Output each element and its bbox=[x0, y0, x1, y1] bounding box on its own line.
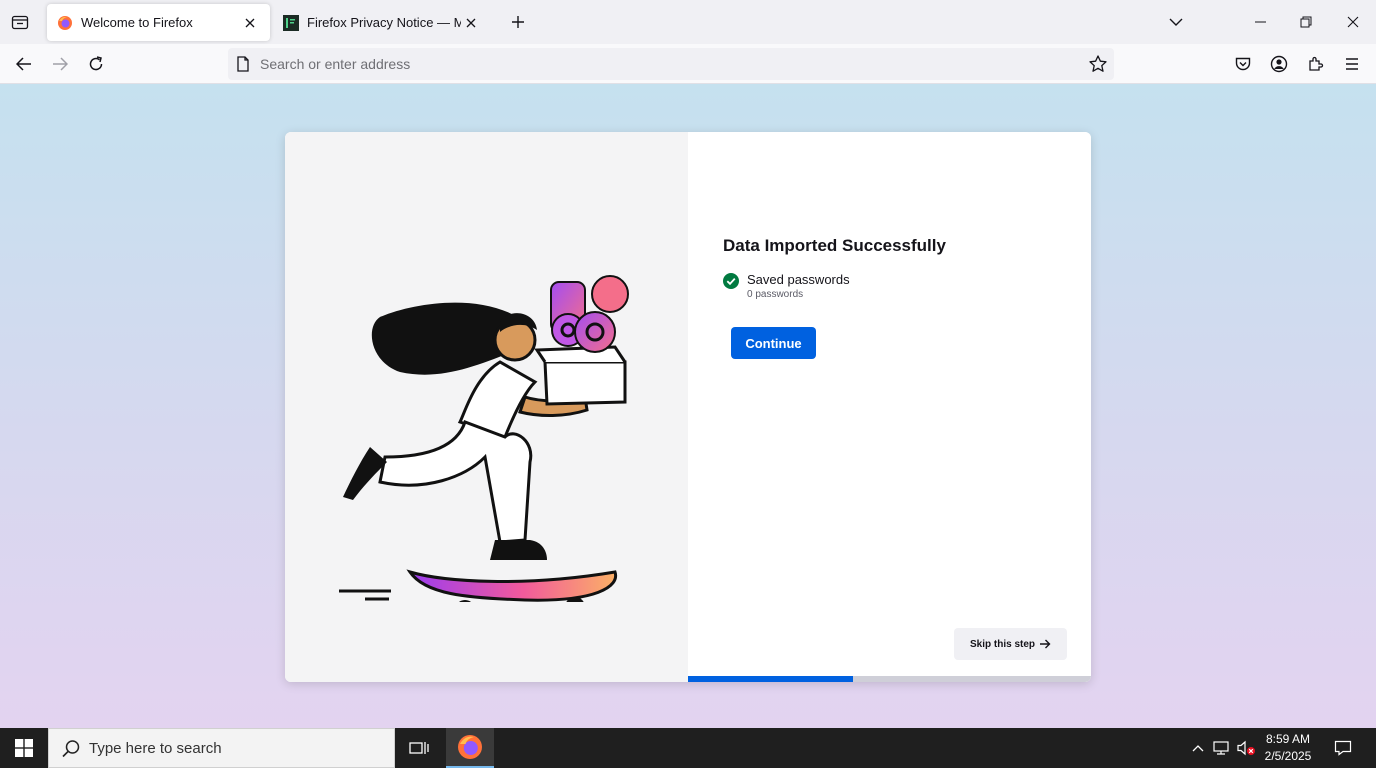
chevron-up-icon bbox=[1192, 744, 1204, 751]
search-placeholder: Type here to search bbox=[89, 740, 222, 757]
clock-time: 8:59 AM bbox=[1265, 732, 1311, 746]
progress-fill bbox=[688, 676, 854, 682]
arrow-right-icon bbox=[1040, 639, 1051, 649]
start-button[interactable] bbox=[0, 728, 48, 768]
page-title: Data Imported Successfully bbox=[723, 236, 946, 255]
taskbar: Type here to search 8:59 AM 2/5/2025 bbox=[0, 728, 1376, 768]
restore-button[interactable] bbox=[1283, 0, 1329, 44]
page-content: Data Imported Successfully Saved passwor… bbox=[0, 84, 1376, 728]
plus-icon bbox=[512, 16, 524, 28]
import-item-name: Saved passwords bbox=[747, 272, 850, 287]
skateboarder-illustration bbox=[339, 275, 629, 602]
tab-privacy-notice[interactable]: Firefox Privacy Notice — Mozilla bbox=[273, 4, 491, 41]
windows-logo-icon bbox=[15, 739, 33, 757]
skip-step-button[interactable]: Skip this step bbox=[954, 628, 1067, 660]
url-input[interactable] bbox=[260, 48, 1080, 80]
close-icon bbox=[245, 18, 255, 27]
reload-button[interactable] bbox=[80, 48, 112, 80]
show-hidden-icons-button[interactable] bbox=[1187, 728, 1209, 768]
firefox-icon bbox=[58, 15, 72, 30]
reload-icon bbox=[89, 56, 103, 71]
onboarding-card: Data Imported Successfully Saved passwor… bbox=[285, 132, 1091, 682]
clock-date: 2/5/2025 bbox=[1264, 749, 1312, 763]
account-icon bbox=[1270, 55, 1288, 73]
task-view-button[interactable] bbox=[395, 728, 443, 768]
new-tab-button[interactable] bbox=[506, 10, 530, 34]
close-tab-button[interactable] bbox=[240, 13, 260, 33]
forward-button[interactable] bbox=[44, 48, 76, 80]
forward-icon bbox=[53, 57, 68, 71]
list-all-tabs-button[interactable] bbox=[1153, 0, 1199, 44]
close-window-button[interactable] bbox=[1330, 0, 1376, 44]
terminal-favicon-icon bbox=[283, 14, 299, 31]
minimize-button[interactable] bbox=[1237, 0, 1283, 44]
menu-icon bbox=[1346, 58, 1358, 70]
tab-list-icon bbox=[11, 15, 29, 30]
close-icon bbox=[466, 18, 476, 27]
task-view-icon bbox=[409, 742, 429, 754]
tab-welcome[interactable]: Welcome to Firefox bbox=[47, 4, 270, 41]
illustration-panel bbox=[285, 132, 688, 682]
content-panel: Data Imported Successfully Saved passwor… bbox=[688, 132, 1091, 682]
volume-muted-icon bbox=[1237, 740, 1255, 756]
back-button[interactable] bbox=[8, 48, 40, 80]
skip-step-label: Skip this step bbox=[969, 638, 1035, 650]
notification-center-button[interactable] bbox=[1326, 728, 1360, 768]
import-item-count: 0 passwords bbox=[747, 289, 804, 300]
firefox-icon bbox=[458, 735, 482, 759]
pocket-icon bbox=[1235, 57, 1251, 70]
minimize-icon bbox=[1254, 21, 1266, 23]
navigation-toolbar bbox=[0, 44, 1376, 84]
volume-button[interactable] bbox=[1234, 728, 1258, 768]
tab-list-button[interactable] bbox=[0, 0, 40, 44]
taskbar-firefox[interactable] bbox=[446, 728, 494, 768]
import-item-passwords: Saved passwords 0 passwords bbox=[723, 272, 850, 300]
progress-bar bbox=[688, 676, 1091, 682]
taskbar-search[interactable]: Type here to search bbox=[48, 728, 395, 768]
tab-strip: Welcome to Firefox Firefox Privacy Notic… bbox=[0, 0, 1376, 44]
close-tab-button[interactable] bbox=[461, 13, 481, 33]
chevron-down-icon bbox=[1169, 18, 1183, 26]
check-circle-icon bbox=[723, 273, 739, 289]
continue-button[interactable]: Continue bbox=[731, 327, 816, 359]
star-icon[interactable] bbox=[1088, 54, 1108, 74]
pocket-button[interactable] bbox=[1227, 48, 1259, 80]
close-icon bbox=[1347, 16, 1359, 28]
account-button[interactable] bbox=[1263, 48, 1295, 80]
search-icon bbox=[62, 740, 80, 758]
tab-title: Welcome to Firefox bbox=[81, 15, 193, 30]
network-button[interactable] bbox=[1210, 728, 1234, 768]
page-icon bbox=[237, 56, 249, 72]
back-icon bbox=[16, 57, 31, 71]
notification-icon bbox=[1334, 740, 1352, 756]
address-bar[interactable] bbox=[228, 48, 1114, 80]
system-clock[interactable]: 8:59 AM 2/5/2025 bbox=[1256, 731, 1320, 765]
extensions-icon bbox=[1309, 56, 1324, 71]
tab-title: Firefox Privacy Notice — Mozilla bbox=[307, 15, 461, 30]
extensions-button[interactable] bbox=[1300, 48, 1332, 80]
network-icon bbox=[1213, 741, 1229, 755]
app-menu-button[interactable] bbox=[1336, 48, 1368, 80]
restore-icon bbox=[1300, 16, 1312, 28]
